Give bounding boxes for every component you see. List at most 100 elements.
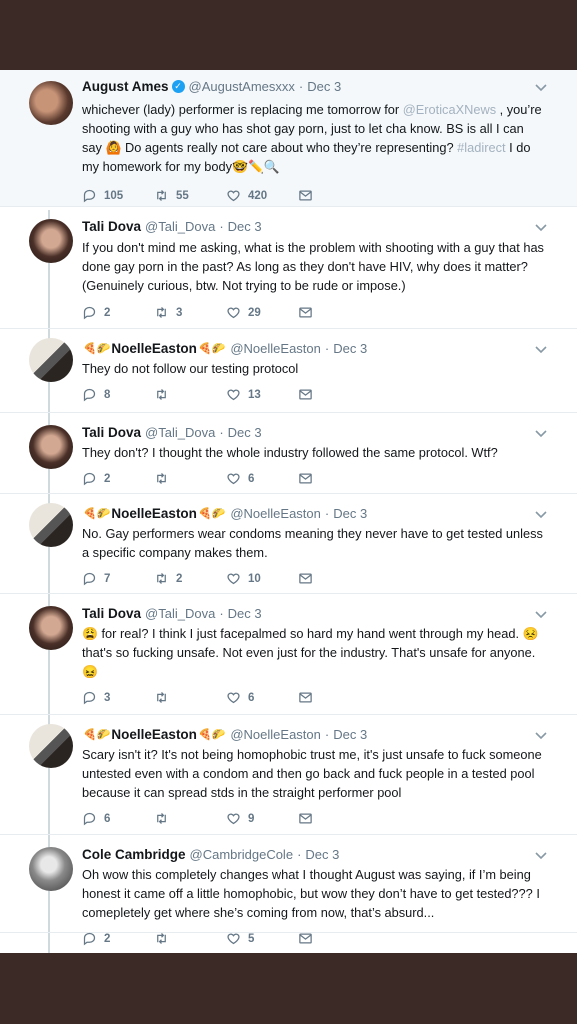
mention-link[interactable]: @EroticaXNews [403,102,496,117]
separator-dot: · [324,727,330,742]
tweet-header: Cole Cambridge @CambridgeCole · Dec 3 [82,847,577,862]
message-button[interactable] [298,305,370,320]
tweet[interactable]: Cole Cambridge @CambridgeCole · Dec 3 Oh wow… [0,835,577,946]
chevron-down-icon[interactable] [535,729,547,743]
avatar[interactable] [29,219,73,263]
like-button[interactable]: 420 [226,188,298,203]
display-name[interactable]: Tali Dova [82,425,141,440]
reply-button[interactable]: 8 [82,387,154,402]
like-button[interactable]: 29 [226,305,298,320]
tweet[interactable]: Tali Dova @Tali_Dova · Dec 3 If you don't mi… [0,207,577,329]
separator-dot: · [219,219,224,234]
user-handle[interactable]: @Tali_Dova [145,606,215,621]
avatar[interactable] [29,425,73,469]
display-name[interactable]: NoelleEaston [111,506,197,521]
retweet-button[interactable] [154,931,226,946]
like-count: 9 [248,812,255,825]
like-icon [226,305,248,320]
emoji-decoration: 🍕🌮 [83,729,111,741]
chevron-down-icon[interactable] [535,221,547,235]
like-button[interactable]: 6 [226,471,298,486]
separator-dot: · [219,425,224,440]
avatar[interactable] [29,81,73,125]
tweet-date[interactable]: Dec 3 [333,341,367,356]
tweet[interactable]: 🍕🌮 NoelleEaston 🍕🌮 @NoelleEaston · Dec 3 They … [0,329,577,413]
tweet-date[interactable]: Dec 3 [307,79,341,94]
tweet-actions: 36 [82,690,577,705]
message-button[interactable] [298,931,370,946]
tweet[interactable]: Tali Dova @Tali_Dova · Dec 3 They don't? I t… [0,413,577,494]
display-name[interactable]: August Ames [82,79,169,94]
retweet-button[interactable] [154,811,226,826]
like-button[interactable]: 10 [226,571,298,586]
retweet-button[interactable] [154,471,226,486]
user-handle[interactable]: @Tali_Dova [145,219,215,234]
message-button[interactable] [298,387,370,402]
tweet-text: Scary isn't it? It's not being homophobi… [82,745,577,802]
tweet-date[interactable]: Dec 3 [333,727,367,742]
like-button[interactable]: 6 [226,690,298,705]
display-name[interactable]: Tali Dova [82,219,141,234]
tweet[interactable]: Tali Dova @Tali_Dova · Dec 3 😩 for real? I t… [0,594,577,715]
message-button[interactable] [298,188,370,203]
tweet[interactable]: August Ames ✓ @AugustAmesxxx · Dec 3 whicheve… [0,70,577,207]
avatar[interactable] [29,503,73,547]
message-button[interactable] [298,571,370,586]
chevron-down-icon[interactable] [535,81,547,95]
chevron-down-icon[interactable] [535,608,547,622]
tweet[interactable]: 🍕🌮 NoelleEaston 🍕🌮 @NoelleEaston · Dec 3 No. G… [0,494,577,594]
retweet-button[interactable] [154,690,226,705]
emoji-decoration: 🍕🌮 [197,729,226,741]
tweet-date[interactable]: Dec 3 [228,219,262,234]
retweet-button[interactable]: 3 [154,305,226,320]
user-handle[interactable]: @NoelleEaston [230,727,321,742]
reply-button[interactable]: 3 [82,690,154,705]
tweet-date[interactable]: Dec 3 [305,847,339,862]
like-button[interactable]: 13 [226,387,298,402]
like-button[interactable]: 9 [226,811,298,826]
tweet-date[interactable]: Dec 3 [333,506,367,521]
chevron-down-icon[interactable] [535,849,547,863]
chevron-down-icon[interactable] [535,508,547,522]
reply-button[interactable]: 2 [82,931,154,946]
chevron-down-icon[interactable] [535,427,547,441]
display-name[interactable]: NoelleEaston [111,727,197,742]
tweet-date[interactable]: Dec 3 [228,606,262,621]
reply-button[interactable]: 2 [82,471,154,486]
message-button[interactable] [298,690,370,705]
reply-icon [82,188,104,203]
reply-button[interactable]: 2 [82,305,154,320]
user-handle[interactable]: @CambridgeCole [190,847,294,862]
avatar[interactable] [29,724,73,768]
tweet-header: Tali Dova @Tali_Dova · Dec 3 [82,219,577,234]
reply-button[interactable]: 6 [82,811,154,826]
avatar[interactable] [29,606,73,650]
user-handle[interactable]: @Tali_Dova [145,425,215,440]
retweet-button[interactable]: 55 [154,188,226,203]
avatar[interactable] [29,847,73,891]
reply-button[interactable]: 105 [82,188,154,203]
text-segment: They do not follow our testing protocol [82,361,299,376]
tweet-header: August Ames ✓ @AugustAmesxxx · Dec 3 [82,79,577,94]
retweet-button[interactable]: 2 [154,571,226,586]
retweet-button[interactable] [154,387,226,402]
user-handle[interactable]: @NoelleEaston [230,506,321,521]
display-name[interactable]: Tali Dova [82,606,141,621]
tweet-header: 🍕🌮 NoelleEaston 🍕🌮 @NoelleEaston · Dec 3 [82,506,577,521]
display-name[interactable]: NoelleEaston [111,341,197,356]
mention-link[interactable]: #ladirect [457,140,505,155]
tweet-text: They don't? I thought the whole industry… [82,443,577,462]
user-handle[interactable]: @NoelleEaston [230,341,321,356]
tweet-date[interactable]: Dec 3 [228,425,262,440]
like-button[interactable]: 5 [226,931,298,946]
message-button[interactable] [298,471,370,486]
reply-button[interactable]: 7 [82,571,154,586]
message-button[interactable] [298,811,370,826]
avatar[interactable] [29,338,73,382]
tweet-list: August Ames ✓ @AugustAmesxxx · Dec 3 whicheve… [0,70,577,946]
user-handle[interactable]: @AugustAmesxxx [189,79,295,94]
tweet[interactable]: 🍕🌮 NoelleEaston 🍕🌮 @NoelleEaston · Dec 3 Scary… [0,715,577,835]
display-name[interactable]: Cole Cambridge [82,847,186,862]
tweet-actions: 2 3 29 [82,305,577,320]
chevron-down-icon[interactable] [535,343,547,357]
